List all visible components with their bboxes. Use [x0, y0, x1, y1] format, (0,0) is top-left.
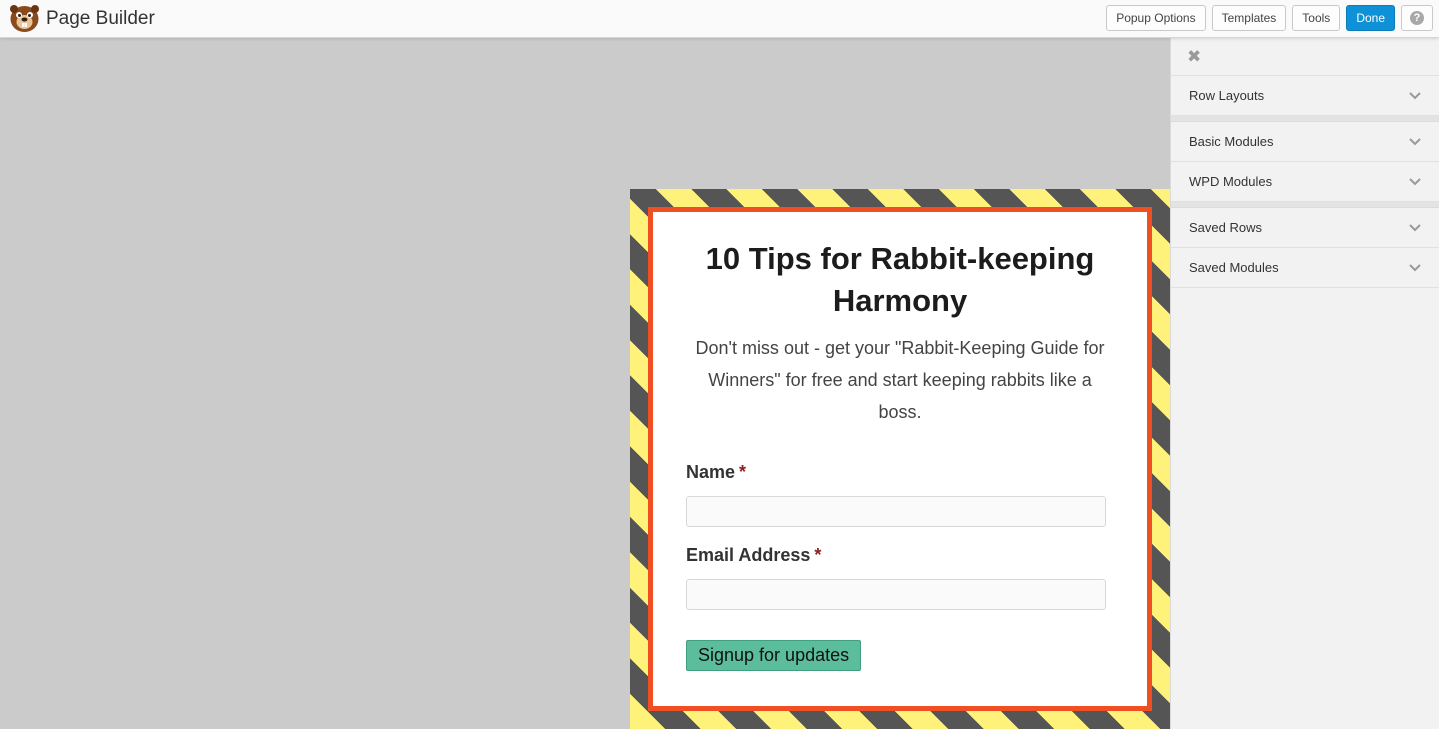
modules-panel: ✖ Row Layouts Basic Modules WPD Modules …	[1170, 38, 1439, 729]
section-saved-rows[interactable]: Saved Rows	[1171, 208, 1439, 248]
top-toolbar: Page Builder Popup Options Templates Too…	[0, 0, 1439, 38]
close-icon[interactable]: ✖	[1187, 47, 1201, 67]
templates-button[interactable]: Templates	[1211, 5, 1287, 31]
signup-button[interactable]: Signup for updates	[686, 640, 862, 671]
section-label: Basic Modules	[1189, 134, 1274, 149]
section-row-layouts[interactable]: Row Layouts	[1171, 76, 1439, 116]
app-title: Page Builder	[46, 7, 155, 29]
required-asterisk: *	[814, 545, 822, 565]
tools-button[interactable]: Tools	[1292, 5, 1341, 31]
required-asterisk: *	[739, 462, 747, 482]
done-button[interactable]: Done	[1346, 5, 1395, 31]
panel-header: ✖	[1171, 38, 1439, 76]
section-basic-modules[interactable]: Basic Modules	[1171, 122, 1439, 162]
popup-title: 10 Tips for Rabbit-keeping Harmony	[705, 241, 1095, 318]
chevron-down-icon	[1409, 263, 1421, 271]
toolbar-actions: Popup Options Templates Tools Done ?	[1100, 5, 1433, 31]
section-label: WPD Modules	[1189, 174, 1273, 189]
help-icon: ?	[1410, 11, 1424, 25]
name-label-text: Name	[686, 462, 736, 482]
popup-options-button[interactable]: Popup Options	[1106, 5, 1206, 31]
popup-description: Don't miss out - get your "Rabbit-Keepin…	[695, 338, 1105, 422]
chevron-down-icon	[1409, 137, 1421, 145]
name-field-label: Name *	[686, 462, 1114, 483]
email-input[interactable]	[686, 579, 1106, 610]
section-label: Saved Modules	[1189, 260, 1279, 275]
section-label: Row Layouts	[1189, 88, 1265, 103]
brand: Page Builder	[8, 3, 155, 34]
popup-content: 10 Tips for Rabbit-keeping Harmony Don't…	[648, 207, 1152, 711]
section-label: Saved Rows	[1189, 220, 1262, 235]
email-field-label: Email Address *	[686, 545, 1114, 566]
popup-hazard-frame: 10 Tips for Rabbit-keeping Harmony Don't…	[630, 189, 1170, 729]
chevron-down-icon	[1409, 223, 1421, 231]
beaver-logo-icon	[10, 5, 39, 32]
name-input[interactable]	[686, 496, 1106, 527]
section-saved-modules[interactable]: Saved Modules	[1171, 248, 1439, 288]
help-button[interactable]: ?	[1401, 5, 1433, 31]
section-wpd-modules[interactable]: WPD Modules	[1171, 162, 1439, 202]
email-label-text: Email Address	[686, 545, 811, 565]
chevron-down-icon	[1409, 91, 1421, 99]
chevron-down-icon	[1409, 177, 1421, 185]
